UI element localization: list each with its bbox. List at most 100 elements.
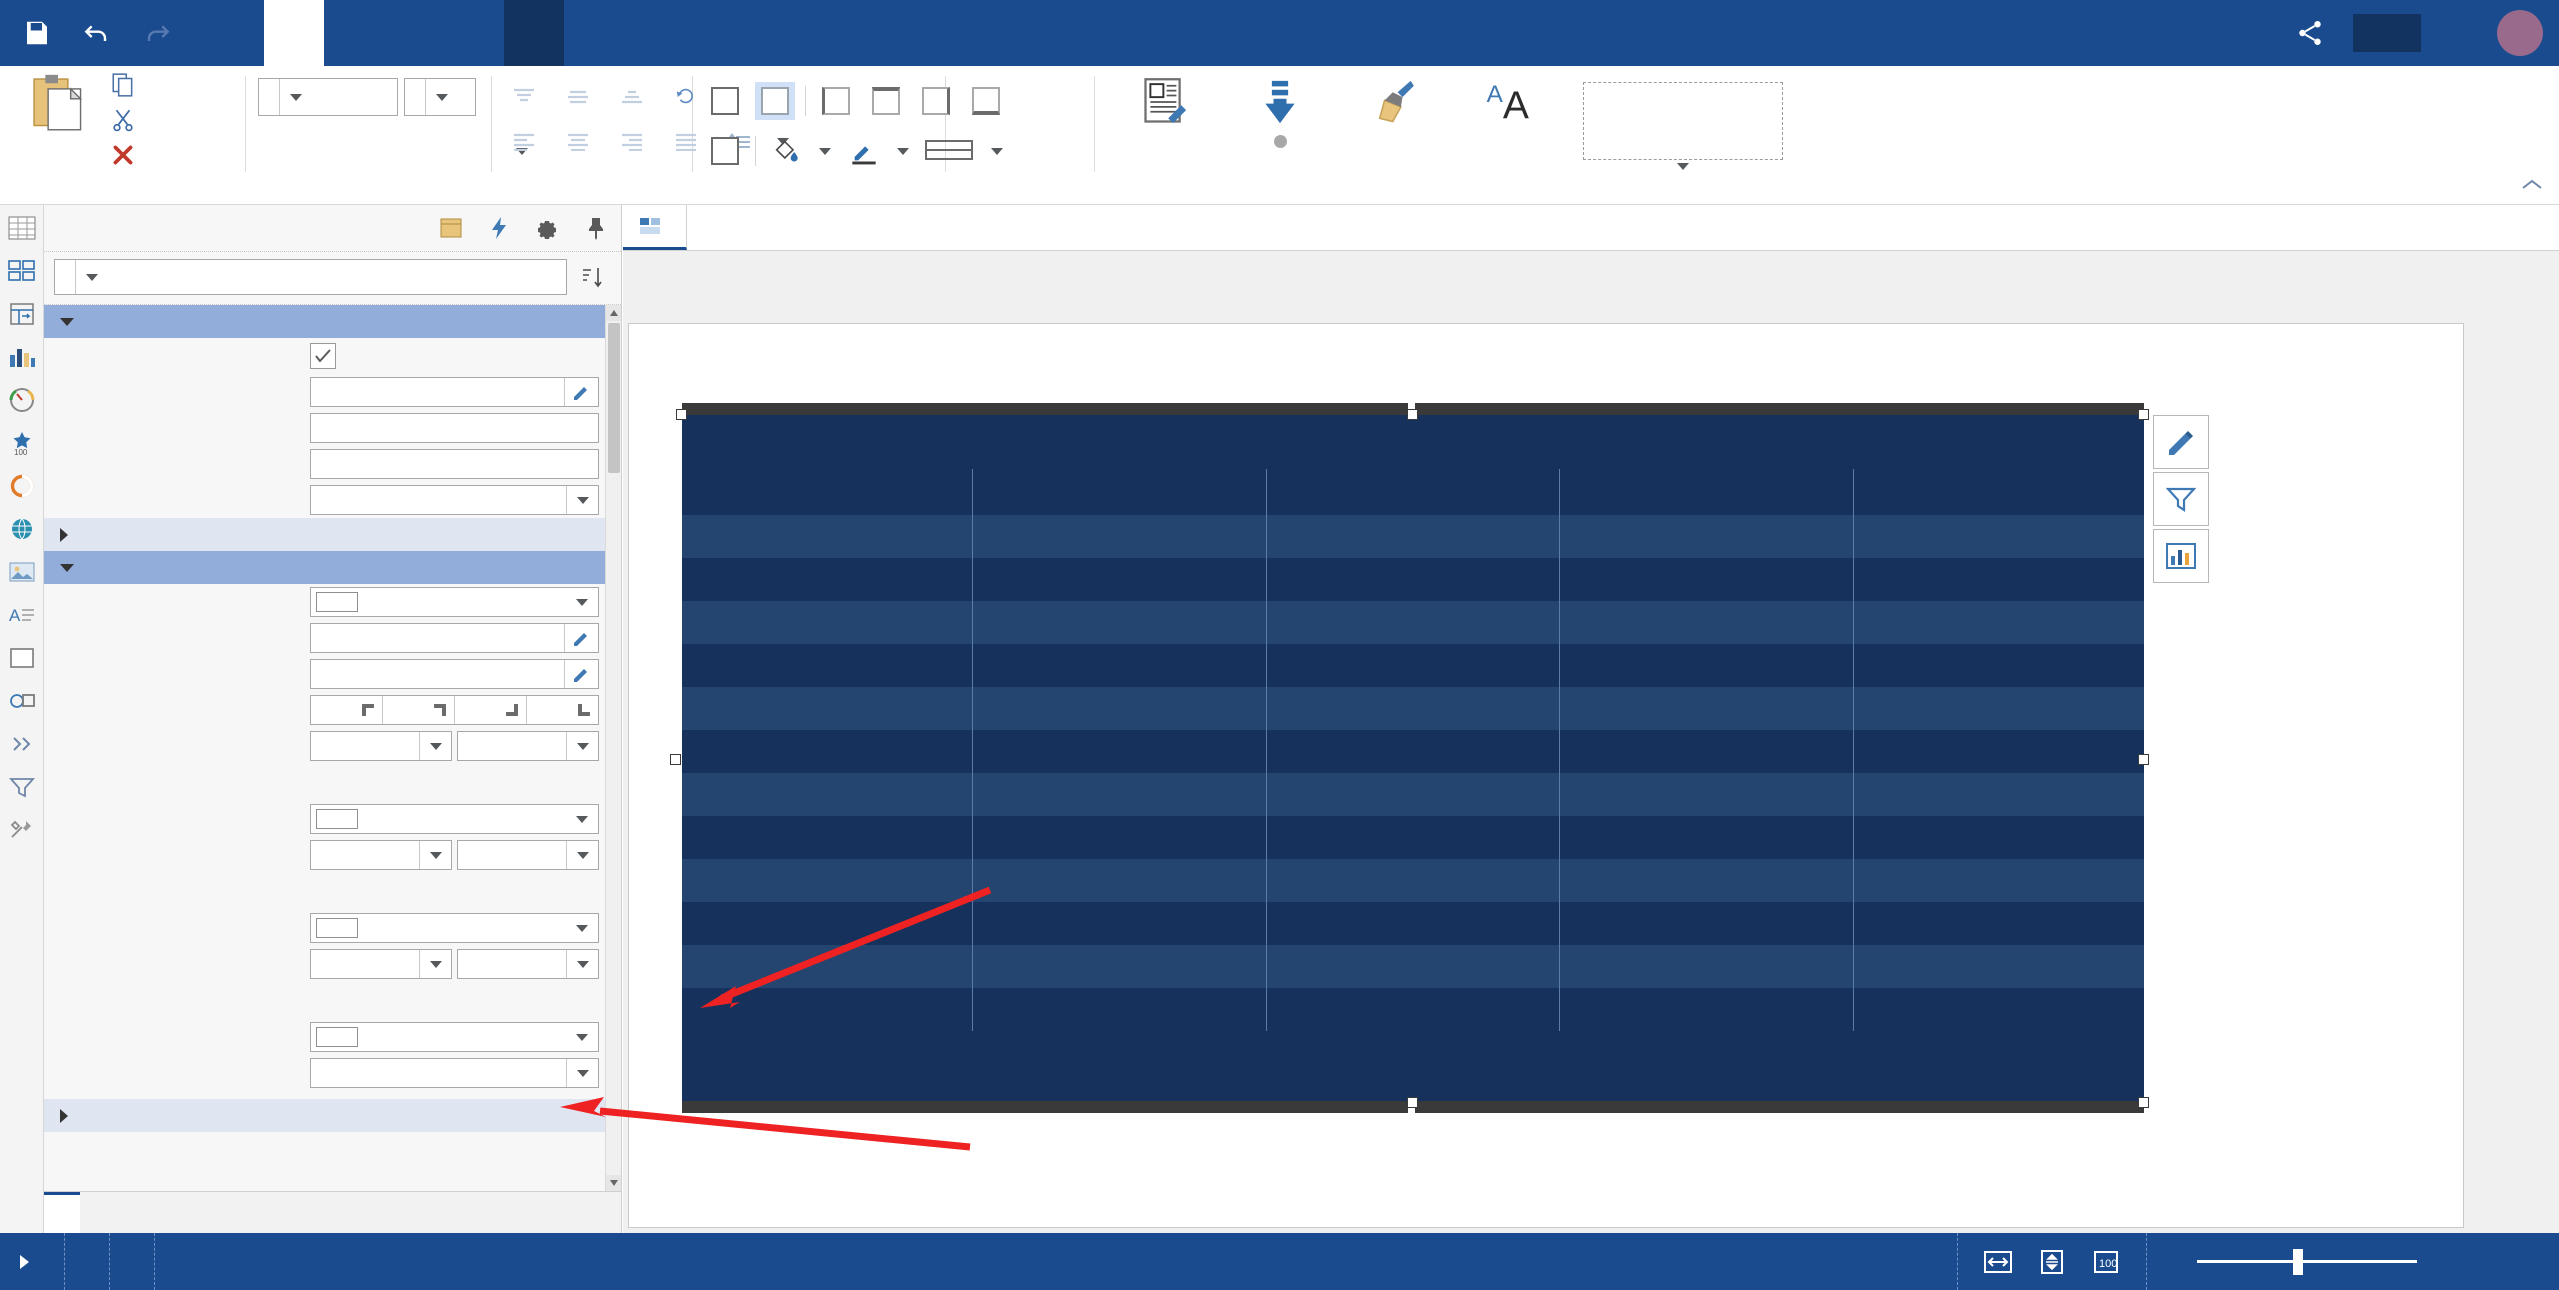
tab-dictionary[interactable] (80, 1192, 116, 1233)
font-size-combo-appearance[interactable] (457, 731, 599, 761)
chart-component-icon[interactable] (5, 342, 39, 372)
chevron-down-icon[interactable] (566, 805, 598, 833)
delete-button[interactable] (110, 142, 145, 168)
section-header-position[interactable] (44, 518, 621, 551)
text-component-icon[interactable]: A (5, 600, 39, 630)
chevron-down-icon[interactable] (816, 132, 834, 170)
frozen-columns-input[interactable] (310, 413, 599, 443)
column-header-close[interactable] (972, 469, 1267, 515)
chevron-down-icon[interactable] (279, 79, 311, 115)
chevron-down-icon[interactable] (419, 732, 451, 760)
header-fore-color-swatch[interactable] (316, 1027, 358, 1047)
underline-button[interactable] (362, 130, 404, 172)
tools-component-icon[interactable] (5, 815, 39, 845)
more-components-icon[interactable] (5, 729, 39, 759)
tab-report-tree[interactable] (116, 1192, 152, 1233)
conditions-field[interactable] (310, 659, 599, 689)
document-tab-dashboard-financial[interactable] (623, 205, 687, 250)
edit-pencil-icon[interactable] (564, 624, 598, 652)
fit-page-icon[interactable] (2034, 1246, 2070, 1278)
menu-tab-insert[interactable] (324, 0, 384, 66)
filter-icon[interactable] (2153, 472, 2209, 526)
header-fore-color-combo[interactable] (310, 1022, 599, 1052)
panel-component-icon[interactable] (5, 643, 39, 673)
style-combo[interactable] (310, 1058, 599, 1088)
align-left-icon[interactable] (504, 124, 544, 158)
section-header-table[interactable] (44, 305, 621, 338)
sort-properties-icon[interactable] (575, 264, 611, 290)
progress-component-icon[interactable] (5, 471, 39, 501)
chevron-down-icon[interactable] (566, 841, 598, 869)
pin-icon[interactable] (581, 214, 609, 242)
chevron-down-icon[interactable] (566, 1023, 598, 1051)
align-bottom-icon[interactable] (612, 80, 652, 114)
page-icon[interactable] (437, 214, 465, 242)
table-row[interactable] (682, 945, 2144, 988)
shape-component-icon[interactable] (5, 686, 39, 716)
chevron-down-icon[interactable] (566, 486, 598, 514)
table-row[interactable] (682, 601, 2144, 644)
zoom-slider-thumb[interactable] (2293, 1249, 2303, 1275)
table-row[interactable] (682, 730, 2144, 773)
menu-tab-layout[interactable] (444, 0, 504, 66)
chevron-down-icon[interactable] (566, 914, 598, 942)
section-header-appearance[interactable] (44, 551, 621, 584)
table-row[interactable] (682, 902, 2144, 945)
chevron-down-icon[interactable] (894, 132, 912, 170)
align-right-icon[interactable] (612, 124, 652, 158)
table-row[interactable] (682, 558, 2144, 601)
selection-handle-bottom-center[interactable] (1407, 1097, 1418, 1108)
chevron-down-icon[interactable] (419, 841, 451, 869)
collapse-ribbon-icon[interactable] (2519, 177, 2545, 198)
bold-button[interactable] (262, 130, 304, 172)
table-row[interactable] (682, 859, 2144, 902)
add-document-tab-button[interactable] (687, 205, 723, 250)
chevron-down-icon[interactable] (566, 1059, 598, 1087)
font-family-combo-appearance[interactable] (310, 731, 452, 761)
cross-filtering-checkbox[interactable] (310, 343, 336, 369)
italic-button[interactable] (312, 130, 354, 172)
back-color-combo[interactable] (310, 587, 599, 617)
fore-color-swatch[interactable] (316, 809, 358, 829)
border-top-icon[interactable] (866, 82, 906, 120)
data-table[interactable] (682, 469, 2144, 1031)
data-transformation-field[interactable] (310, 377, 599, 407)
edit-pencil-icon[interactable] (2153, 415, 2209, 469)
undo-icon[interactable] (78, 14, 116, 52)
column-header-high[interactable] (1559, 469, 1855, 515)
footer-font-family-combo[interactable] (310, 840, 452, 870)
edit-pencil-icon[interactable] (564, 378, 598, 406)
header-font-size-combo[interactable] (457, 949, 599, 979)
filter-component-icon[interactable] (5, 772, 39, 802)
zoom-slider[interactable] (2197, 1249, 2417, 1275)
selection-handle-middle-left[interactable] (670, 754, 681, 765)
redo-icon[interactable] (138, 14, 176, 52)
footer-font-size-combo[interactable] (457, 840, 599, 870)
header-font-family-combo[interactable] (310, 949, 452, 979)
cut-button[interactable] (110, 107, 145, 133)
border-left-icon[interactable] (816, 82, 856, 120)
tab-properties[interactable] (44, 1192, 80, 1233)
menu-tab-page[interactable] (384, 0, 444, 66)
column-header-open[interactable] (1266, 469, 1561, 515)
style-designer-button[interactable]: A A (1454, 76, 1570, 131)
fill-color-icon[interactable] (766, 132, 806, 170)
chevron-down-icon[interactable] (75, 260, 107, 294)
menu-tab-file[interactable] (204, 0, 264, 66)
avatar[interactable] (2497, 10, 2543, 56)
selection-handle-top-left[interactable] (676, 409, 687, 420)
footer-fore-color-combo[interactable] (310, 913, 599, 943)
edit-pencil-icon[interactable] (564, 660, 598, 688)
selection-handle-top-center[interactable] (1407, 409, 1418, 420)
column-header-date[interactable] (682, 469, 973, 515)
chart-icon[interactable] (2153, 529, 2209, 583)
corner-radius-top-right[interactable] (383, 696, 455, 724)
chevron-down-icon[interactable] (566, 950, 598, 978)
events-icon[interactable] (485, 214, 513, 242)
strikethrough-button[interactable] (412, 130, 454, 172)
conditions-button[interactable] (1107, 76, 1223, 131)
scroll-up-icon[interactable] (606, 305, 621, 321)
align-center-icon[interactable] (558, 124, 598, 158)
font-size-combo[interactable] (404, 78, 476, 116)
border-none-icon[interactable] (755, 82, 795, 120)
